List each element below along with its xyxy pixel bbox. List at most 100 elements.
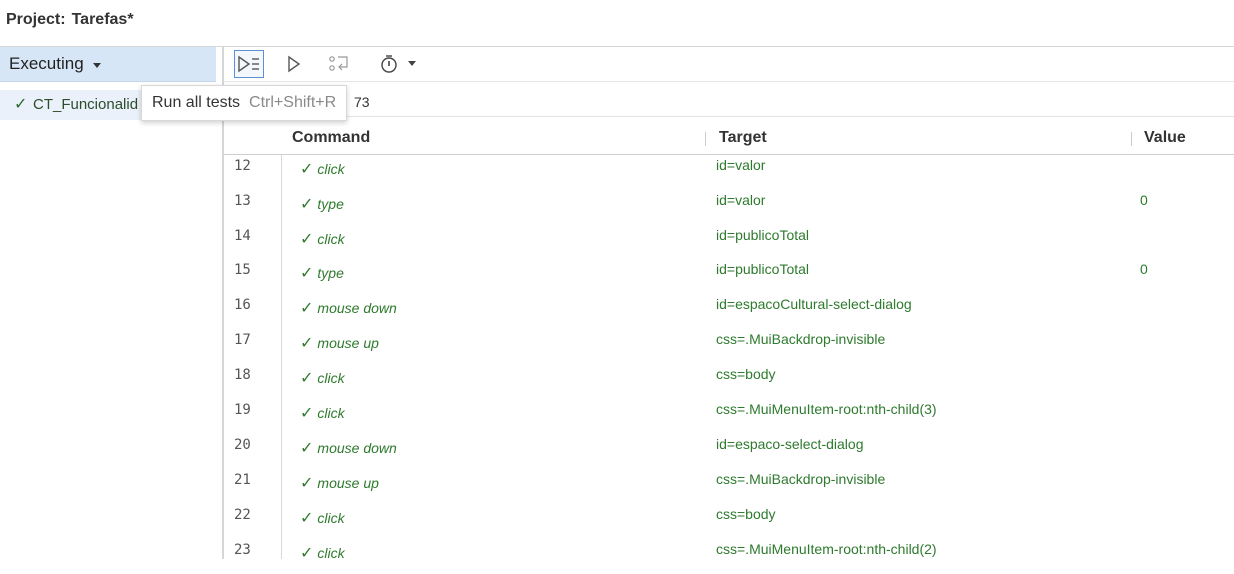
target-cell: id=espacoCultural-select-dialog	[716, 296, 912, 312]
check-icon: ✓	[300, 231, 314, 248]
command-text: click	[317, 231, 345, 247]
command-table-header: Command Target Value	[224, 118, 1234, 155]
target-cell: id=publicoTotal	[716, 261, 810, 277]
check-icon: ✓	[300, 545, 314, 562]
run-current-test-button[interactable]	[279, 50, 309, 78]
command-text: mouse up	[317, 335, 379, 351]
check-icon: ✓	[300, 370, 314, 387]
table-row[interactable]: 17 ✓ mouse up css=.MuiBackdrop-invisible	[224, 329, 1234, 364]
command-text: click	[317, 510, 345, 526]
test-sidebar: Executing ✓ CT_Funcionalid	[0, 47, 222, 559]
table-row[interactable]: 13 ✓ type id=valor 0	[224, 190, 1234, 225]
table-row[interactable]: 14 ✓ click id=publicoTotal	[224, 225, 1234, 260]
speed-dropdown-icon[interactable]	[408, 61, 416, 66]
executing-dropdown[interactable]: Executing	[0, 47, 216, 82]
line-number: 13	[234, 193, 251, 209]
command-cell: ✓ mouse up	[300, 473, 379, 493]
command-cell: ✓ click	[300, 159, 345, 179]
line-number: 18	[234, 367, 251, 383]
target-cell: css=body	[716, 506, 776, 522]
command-cell: ✓ mouse down	[300, 438, 397, 458]
target-cell: id=valor	[716, 157, 766, 173]
value-cell: 0	[1140, 192, 1148, 208]
tooltip-shortcut: Ctrl+Shift+R	[249, 94, 337, 111]
command-text: type	[317, 196, 344, 212]
base-url-row[interactable]: 73	[224, 82, 1234, 117]
command-cell: ✓ click	[300, 403, 345, 423]
target-cell: css=.MuiMenuItem-root:nth-child(2)	[716, 541, 937, 557]
test-case-name: CT_Funcionalid	[33, 96, 139, 113]
toolbar	[224, 47, 1234, 82]
command-text: mouse down	[317, 300, 397, 316]
table-row[interactable]: 21 ✓ mouse up css=.MuiBackdrop-invisible	[224, 469, 1234, 504]
project-title: Project: Tarefas*	[6, 11, 134, 29]
run-all-tests-tooltip: Run all tests Ctrl+Shift+R	[141, 85, 348, 121]
value-cell: 0	[1140, 261, 1148, 277]
command-text: click	[317, 161, 345, 177]
target-cell: css=.MuiBackdrop-invisible	[716, 331, 886, 347]
command-cell: ✓ click	[300, 229, 345, 249]
command-cell: ✓ type	[300, 263, 344, 283]
step-over-button[interactable]	[324, 50, 354, 78]
check-icon: ✓	[300, 475, 314, 492]
command-text: click	[317, 370, 345, 386]
table-row[interactable]: 20 ✓ mouse down id=espaco-select-dialog	[224, 434, 1234, 469]
step-icon	[329, 56, 348, 71]
table-row[interactable]: 16 ✓ mouse down id=espacoCultural-select-…	[224, 294, 1234, 329]
column-separator[interactable]	[1131, 132, 1132, 146]
command-table-body: 12 ✓ click id=valor 13 ✓ type id=valor 0 1…	[224, 155, 1234, 562]
column-header-command[interactable]: Command	[292, 129, 370, 147]
check-icon: ✓	[300, 510, 314, 527]
chevron-down-icon	[93, 63, 101, 68]
line-number: 21	[234, 472, 251, 488]
command-cell: ✓ type	[300, 194, 344, 214]
project-name[interactable]: Tarefas*	[72, 11, 134, 28]
column-header-value[interactable]: Value	[1144, 129, 1186, 147]
run-all-tests-button[interactable]	[234, 50, 264, 78]
check-icon: ✓	[300, 196, 314, 213]
target-cell: css=.MuiMenuItem-root:nth-child(3)	[716, 401, 937, 417]
check-icon: ✓	[300, 265, 314, 282]
stopwatch-icon	[381, 55, 397, 73]
table-row[interactable]: 22 ✓ click css=body	[224, 504, 1234, 539]
target-cell: id=valor	[716, 192, 766, 208]
line-number: 19	[234, 402, 251, 418]
run-all-icon	[238, 55, 259, 73]
target-cell: css=body	[716, 366, 776, 382]
table-row[interactable]: 12 ✓ click id=valor	[224, 155, 1234, 190]
table-row[interactable]: 18 ✓ click css=body	[224, 364, 1234, 399]
project-bar: Project: Tarefas*	[0, 0, 1234, 47]
command-cell: ✓ click	[300, 543, 345, 563]
check-icon: ✓	[300, 440, 314, 457]
base-url-text: 73	[354, 94, 370, 110]
line-number: 20	[234, 437, 251, 453]
play-icon	[288, 55, 301, 73]
command-cell: ✓ mouse down	[300, 298, 397, 318]
command-text: mouse down	[317, 440, 397, 456]
target-cell: css=.MuiBackdrop-invisible	[716, 471, 886, 487]
command-text: click	[317, 405, 345, 421]
table-row[interactable]: 15 ✓ type id=publicoTotal 0	[224, 259, 1234, 294]
column-separator[interactable]	[705, 132, 706, 146]
table-row[interactable]: 23 ✓ click css=.MuiMenuItem-root:nth-chil…	[224, 539, 1234, 574]
command-text: mouse up	[317, 475, 379, 491]
table-row[interactable]: 19 ✓ click css=.MuiMenuItem-root:nth-chil…	[224, 399, 1234, 434]
executing-label: Executing	[9, 54, 84, 73]
line-number: 22	[234, 507, 251, 523]
command-cell: ✓ click	[300, 508, 345, 528]
check-icon: ✓	[300, 300, 314, 317]
command-text: type	[317, 265, 344, 281]
check-icon: ✓	[300, 161, 314, 178]
command-cell: ✓ mouse up	[300, 333, 379, 353]
test-speed-button[interactable]	[374, 50, 404, 78]
column-header-target[interactable]: Target	[719, 129, 767, 147]
line-number: 16	[234, 297, 251, 313]
line-number: 14	[234, 228, 251, 244]
project-label: Project:	[6, 11, 66, 28]
target-cell: id=publicoTotal	[716, 227, 810, 243]
line-number: 12	[234, 158, 251, 174]
tooltip-label: Run all tests	[152, 94, 241, 111]
check-icon: ✓	[14, 96, 28, 113]
line-number: 17	[234, 332, 251, 348]
target-cell: id=espaco-select-dialog	[716, 436, 864, 452]
